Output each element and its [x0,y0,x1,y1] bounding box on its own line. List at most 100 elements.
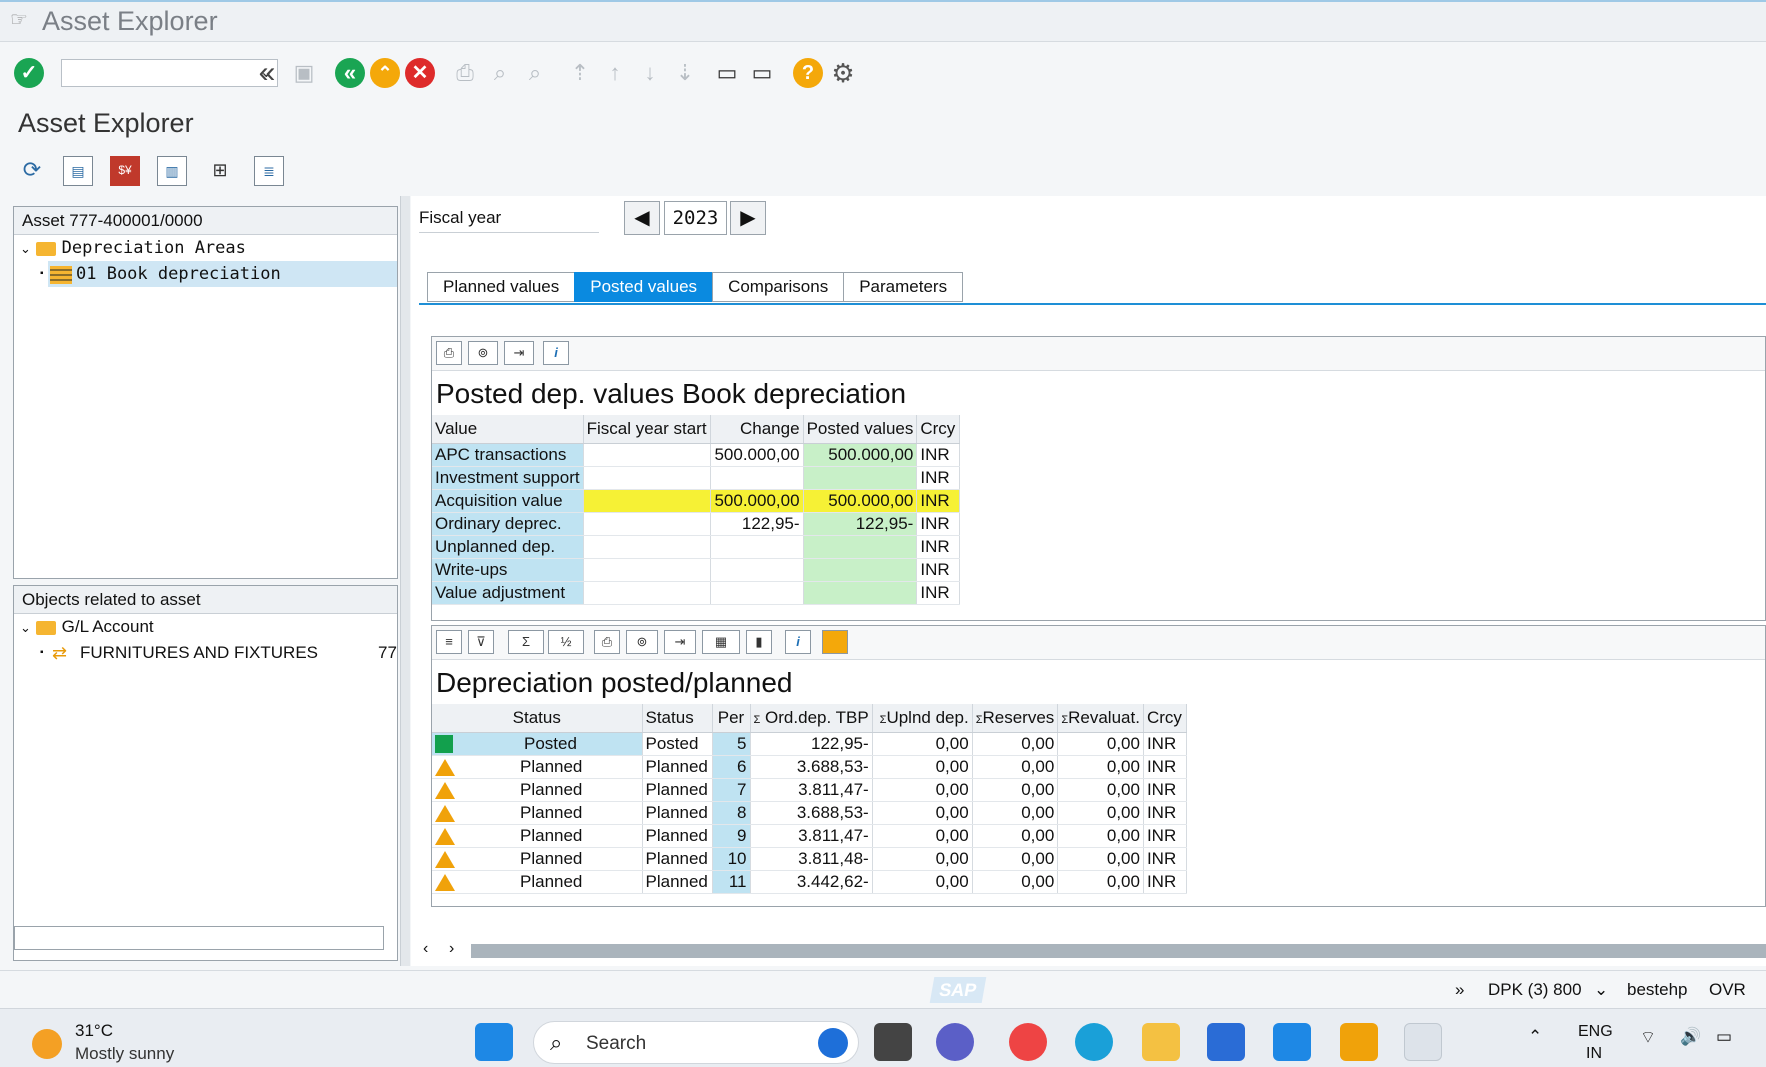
export-icon[interactable]: ⇥ [664,630,696,654]
scroll-left-icon[interactable]: ‹ [423,940,428,958]
col-header[interactable]: Status [642,704,713,733]
table-row[interactable]: Ordinary deprec. 122,95- 122,95- INR [432,512,961,536]
table-row[interactable]: Unplanned dep. INR [432,535,961,559]
battery-icon[interactable]: ▭ [1716,1027,1732,1047]
table-row[interactable]: Planned Planned 11 3.442,62- 0,00 0,00 0… [432,870,1187,894]
fiscal-year-field[interactable]: 2023 [664,201,727,235]
hierarchy-icon[interactable]: ▥ [157,156,187,186]
col-header[interactable]: Change [710,415,804,444]
vertical-splitter[interactable] [400,196,410,966]
table-row[interactable]: Planned Planned 10 3.811,48- 0,00 0,00 0… [432,847,1187,871]
exit-icon[interactable]: ⌃ [370,58,400,88]
first-page-icon[interactable]: ⇡ [565,58,595,88]
mail-icon[interactable] [1273,1023,1311,1061]
info-icon[interactable]: i [543,341,569,365]
tree-folder-depreciation-areas[interactable]: ⌄ Depreciation Areas [14,235,397,261]
col-header[interactable]: Status [432,704,643,733]
weather-temperature[interactable]: 31°C [75,1021,113,1041]
insert-mode[interactable]: OVR [1709,980,1746,1000]
scroll-right-icon[interactable]: › [449,940,454,958]
save-icon[interactable]: ▣ [289,58,319,88]
currency-icon[interactable]: $¥ [110,156,140,186]
subtotal-icon[interactable]: ½ [548,630,584,654]
asset-master-icon[interactable]: ▤ [63,156,93,186]
left-hscrollbar[interactable] [14,926,384,950]
sap-logon-icon[interactable] [1340,1023,1378,1061]
tree-item-furnitures[interactable]: ▪ ⇄ FURNITURES AND FIXTURES 77 [14,640,397,666]
col-header[interactable]: Fiscal year start [583,415,711,444]
chat-icon[interactable] [936,1023,974,1061]
export-icon[interactable]: ⇥ [504,341,534,365]
table-row[interactable]: Investment support INR [432,466,961,490]
graphic-icon[interactable]: ▮ [746,630,772,654]
last-page-icon[interactable]: ⇣ [670,58,700,88]
region-indicator[interactable]: IN [1586,1045,1602,1063]
col-header[interactable]: ΣRevaluat. [1057,704,1144,733]
shortcut-icon[interactable]: ▭ [747,58,777,88]
table-row[interactable]: Planned Planned 7 3.811,47- 0,00 0,00 0,… [432,778,1187,802]
col-header[interactable]: Value [432,415,584,444]
table-row[interactable]: APC transactions 500.000,00 500.000,00 I… [432,443,961,467]
bing-icon[interactable] [818,1028,848,1058]
info-icon[interactable]: i [785,630,811,654]
store-icon[interactable] [1207,1023,1245,1061]
prev-page-icon[interactable]: ↑ [600,58,630,88]
table-row[interactable]: Write-ups INR [432,558,961,582]
tab-posted-values[interactable]: Posted values [574,272,713,302]
table-row[interactable]: Posted Posted 5 122,95- 0,00 0,00 0,00 I… [432,732,1187,756]
note-icon[interactable] [822,630,848,654]
tab-comparisons[interactable]: Comparisons [712,272,844,302]
back-double-icon[interactable]: « [252,58,282,88]
scroll-thumb[interactable] [471,944,1766,958]
chevron-down-icon[interactable]: ⌄ [20,241,31,256]
volume-icon[interactable]: 🔊 [1680,1027,1701,1047]
abacus-icon[interactable]: ⊞ [205,156,235,186]
cancel-icon[interactable]: ✕ [405,58,435,88]
views-icon[interactable]: ⊚ [468,341,498,365]
refresh-icon[interactable]: ⟳ [17,156,47,186]
sort-ascending-icon[interactable]: ≡ [436,630,462,654]
col-header[interactable]: ΣReserves [972,704,1059,733]
filter-icon[interactable]: ⊽ [468,630,494,654]
tree-folder-gl-account[interactable]: ⌄ G/L Account [14,614,397,640]
windows-start-icon[interactable] [475,1023,513,1061]
main-hscrollbar[interactable]: ‹ › [419,940,1766,962]
next-year-button[interactable]: ▶ [730,201,766,235]
layout-icon[interactable]: ▦ [702,630,740,654]
snipping-tool-icon[interactable] [1404,1023,1442,1061]
taskbar-search[interactable]: ⌕ Search [533,1021,859,1064]
language-indicator[interactable]: ENG [1578,1023,1613,1041]
command-field[interactable]: ⌄ [61,59,278,87]
file-explorer-icon[interactable] [1142,1023,1180,1061]
report-list-icon[interactable]: ≣ [254,156,284,186]
chrome-icon[interactable] [1009,1023,1047,1061]
tab-planned-values[interactable]: Planned values [427,272,575,302]
chevron-down-icon[interactable]: ⌄ [1594,980,1608,1000]
next-page-icon[interactable]: ↓ [635,58,665,88]
find-next-icon[interactable]: ⌕ [520,58,550,88]
new-session-icon[interactable]: ▭ [712,58,742,88]
system-info[interactable]: DPK (3) 800 [1488,980,1582,1000]
window-menu-icon[interactable]: ☞ [10,10,32,30]
task-view-icon[interactable] [874,1023,912,1061]
table-row[interactable]: Value adjustment INR [432,581,961,605]
enter-check-icon[interactable]: ✓ [14,58,44,88]
col-header[interactable]: Crcy [916,415,961,444]
expand-status-icon[interactable]: » [1455,980,1464,1000]
chevron-up-icon[interactable]: ⌃ [1528,1027,1542,1047]
print-icon[interactable]: ⎙ [436,341,462,365]
print-icon[interactable]: ⎙ [594,630,620,654]
chevron-down-icon[interactable]: ⌄ [20,620,31,635]
table-row[interactable]: Planned Planned 6 3.688,53- 0,00 0,00 0,… [432,755,1187,779]
edge-icon[interactable] [1075,1023,1113,1061]
table-row[interactable]: Planned Planned 9 3.811,47- 0,00 0,00 0,… [432,824,1187,848]
tab-parameters[interactable]: Parameters [843,272,964,302]
back-icon[interactable]: « [335,58,365,88]
sum-icon[interactable]: Σ [508,630,544,654]
wifi-icon[interactable]: ⌔ [1640,1027,1656,1048]
table-row[interactable]: Planned Planned 8 3.688,53- 0,00 0,00 0,… [432,801,1187,825]
table-row[interactable]: Acquisition value 500.000,00 500.000,00 … [432,489,961,513]
col-header[interactable]: ΣUplnd dep. [872,704,973,733]
col-header[interactable]: Posted values [803,415,918,444]
views-icon[interactable]: ⊚ [626,630,658,654]
